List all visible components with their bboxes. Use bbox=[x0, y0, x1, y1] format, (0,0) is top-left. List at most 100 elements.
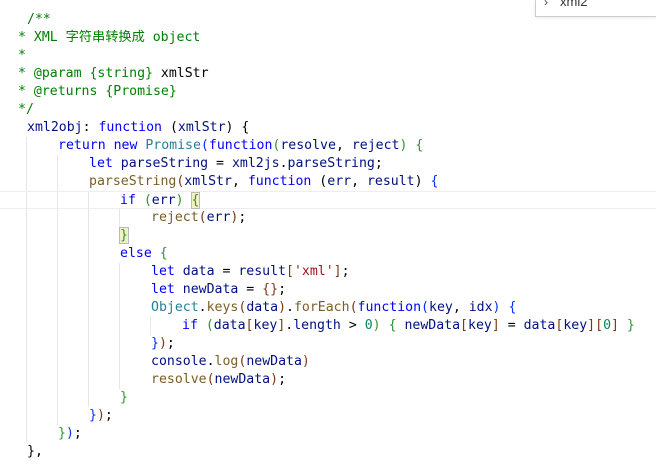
code-token: Promise bbox=[145, 138, 201, 153]
code-editor[interactable]: /** * XML 字符串转换成 object * * @param {string}… bbox=[0, 0, 656, 473]
code-token: length bbox=[293, 318, 341, 333]
code-token: data bbox=[182, 264, 215, 279]
indent-guide bbox=[119, 335, 120, 353]
indent-guide bbox=[57, 281, 58, 299]
code-token: ) bbox=[270, 372, 279, 387]
code-token: newData bbox=[214, 372, 271, 387]
code-token: parseString bbox=[120, 156, 209, 171]
code-line-content: reject(err); bbox=[151, 209, 246, 227]
code-token: { bbox=[159, 246, 168, 261]
code-token: * bbox=[18, 48, 26, 63]
indent-guide bbox=[88, 317, 89, 335]
code-token: ; bbox=[238, 210, 247, 225]
code-token: , bbox=[34, 444, 43, 459]
code-token: parseString bbox=[287, 156, 375, 171]
code-token: ] bbox=[333, 264, 342, 279]
code-line[interactable]: console.log(newData) bbox=[0, 353, 656, 371]
code-token: result bbox=[366, 174, 415, 189]
code-token: , bbox=[335, 138, 352, 153]
code-token: data bbox=[246, 300, 279, 315]
code-line[interactable]: * XML 字符串转换成 object bbox=[0, 29, 656, 47]
indent-guide bbox=[26, 281, 27, 299]
code-line[interactable]: return new Promise(function(resolve, rej… bbox=[0, 137, 656, 155]
code-line[interactable]: * bbox=[0, 47, 656, 65]
indent-guide bbox=[57, 263, 58, 281]
code-line[interactable]: */ bbox=[0, 101, 656, 119]
code-token: = bbox=[208, 156, 232, 171]
code-token: Object bbox=[151, 300, 199, 315]
indent-guide bbox=[88, 371, 89, 389]
indent-guide bbox=[26, 173, 27, 191]
indent-guide bbox=[119, 317, 120, 335]
code-line[interactable]: if (data[key].length > 0) { newData[key]… bbox=[0, 317, 656, 335]
chevron-right-icon[interactable]: › bbox=[544, 0, 548, 8]
code-token: forEach bbox=[293, 300, 350, 315]
code-token: { bbox=[508, 300, 517, 315]
indent-guide bbox=[57, 371, 58, 389]
indent-guide bbox=[119, 299, 120, 317]
code-token: ] bbox=[611, 318, 619, 333]
code-token: /** bbox=[27, 12, 51, 27]
code-token: function bbox=[357, 300, 422, 315]
indent-guide bbox=[88, 353, 89, 371]
code-token: err bbox=[151, 193, 176, 208]
code-token: key bbox=[429, 300, 453, 315]
code-lines: /** * XML 字符串转换成 object * * @param {string}… bbox=[0, 11, 656, 461]
code-line[interactable]: reject(err); bbox=[0, 209, 656, 227]
code-token: ( bbox=[349, 300, 358, 315]
code-token: xmlStr bbox=[177, 120, 226, 135]
code-token: ( bbox=[198, 210, 207, 225]
code-line-content: }); bbox=[58, 425, 82, 443]
code-line[interactable]: xml2obj: function (xmlStr) { bbox=[0, 119, 656, 137]
code-token: } bbox=[58, 426, 66, 441]
code-token: key bbox=[468, 318, 492, 333]
code-token: else bbox=[120, 246, 160, 261]
indent-guide bbox=[150, 317, 151, 335]
code-token: 'xml' bbox=[293, 264, 334, 279]
code-line[interactable]: let parseString = xml2js.parseString; bbox=[0, 155, 656, 173]
code-token: * @param {string} bbox=[18, 66, 161, 81]
code-line[interactable]: if (err) { bbox=[0, 191, 656, 210]
code-line[interactable]: Object.keys(data).forEach(function(key, … bbox=[0, 299, 656, 317]
code-line-content: } bbox=[119, 227, 129, 245]
code-token: console bbox=[151, 354, 207, 369]
code-line-content: let newData = {}; bbox=[151, 281, 286, 299]
code-token: newData bbox=[404, 318, 461, 333]
code-token: ; bbox=[166, 336, 175, 351]
code-line[interactable]: }); bbox=[0, 425, 656, 443]
code-line[interactable]: else { bbox=[0, 245, 656, 263]
code-line[interactable]: } bbox=[0, 389, 656, 407]
code-line[interactable]: let data = result['xml']; bbox=[0, 263, 656, 281]
code-token: let bbox=[151, 282, 183, 297]
code-line-content: }, bbox=[27, 443, 43, 461]
code-token: ; bbox=[374, 156, 383, 171]
code-token: . bbox=[279, 156, 288, 171]
code-line[interactable]: } bbox=[0, 227, 656, 245]
code-line[interactable]: }, bbox=[0, 443, 656, 461]
code-line[interactable]: parseString(xmlStr, function (err, resul… bbox=[0, 173, 656, 191]
code-token: ) bbox=[372, 318, 381, 333]
code-token: newData bbox=[246, 354, 302, 369]
code-line[interactable]: }); bbox=[0, 407, 656, 425]
code-token: key bbox=[563, 318, 588, 333]
code-token: newData bbox=[182, 282, 239, 297]
indent-guide bbox=[88, 335, 89, 353]
indent-guide bbox=[88, 192, 89, 210]
code-token: ) bbox=[158, 336, 167, 351]
indent-guide bbox=[119, 263, 120, 281]
code-token: ; bbox=[341, 264, 350, 279]
code-token: ] bbox=[587, 318, 596, 333]
code-line[interactable]: let newData = {}; bbox=[0, 281, 656, 299]
code-token: ) bbox=[492, 300, 501, 315]
code-line[interactable]: }); bbox=[0, 335, 656, 353]
indent-guide bbox=[88, 263, 89, 281]
code-line-content: }); bbox=[151, 335, 175, 353]
code-token: parseString bbox=[89, 174, 177, 189]
code-line[interactable]: resolve(newData); bbox=[0, 371, 656, 389]
peek-panel[interactable]: › xml2 bbox=[535, 0, 656, 17]
code-line[interactable]: * @param {string} xmlStr bbox=[0, 65, 656, 83]
code-line[interactable]: * @returns {Promise} bbox=[0, 83, 656, 101]
code-token: log bbox=[214, 354, 239, 369]
code-token: xmlStr bbox=[160, 66, 209, 81]
